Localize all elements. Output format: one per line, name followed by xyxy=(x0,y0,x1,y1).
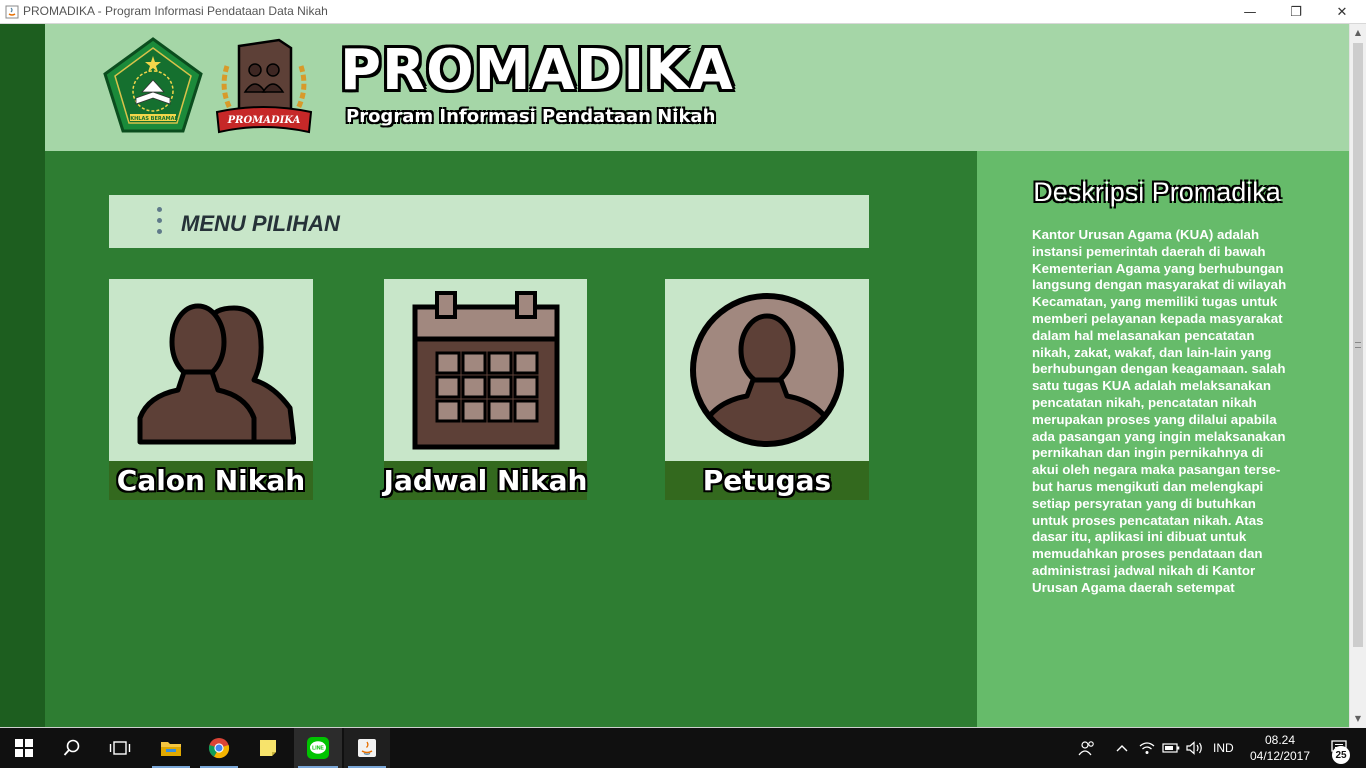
card-label: Petugas xyxy=(665,461,869,500)
network-button[interactable] xyxy=(1136,728,1158,768)
description-line: administrasi jadwal nikah di Kantor xyxy=(1032,562,1256,578)
java-icon xyxy=(358,739,376,757)
clock-date: 04/12/2017 xyxy=(1249,749,1311,763)
search-icon xyxy=(63,739,80,756)
java-app-icon xyxy=(5,5,19,19)
description-line: Urusan Agama daerah setempat xyxy=(1032,579,1235,595)
clock-time: 08.24 xyxy=(1264,733,1296,747)
promadika-logo-icon: PROMADIKA xyxy=(215,38,313,134)
description-line: merupakan proses yang dilalui apabila xyxy=(1032,411,1277,427)
description-line: pencatatan nikah, pencatatan nikah xyxy=(1032,394,1257,410)
description-line: langsung dengan masyarakat di wilayah xyxy=(1032,277,1287,293)
volume-button[interactable] xyxy=(1184,728,1206,768)
description-line: but harus mengikuti dan melengkapi xyxy=(1032,478,1264,494)
task-view-button[interactable] xyxy=(96,728,144,768)
svg-text:PROMADIKA: PROMADIKA xyxy=(227,115,301,126)
kemenag-logo-icon: IKHLAS BERAMAL xyxy=(103,37,203,133)
description-line: Kantor Urusan Agama (KUA) adalah xyxy=(1032,227,1260,242)
description-line: untuk proses pencatatan nikah. Atas xyxy=(1032,512,1264,528)
svg-text:IKHLAS BERAMAL: IKHLAS BERAMAL xyxy=(128,116,178,122)
description-title: Deskripsi Promadika xyxy=(1033,177,1281,207)
description-line: akui oleh negara maka pasangan terse- xyxy=(1032,462,1281,478)
card-label: Jadwal Nikah xyxy=(384,461,587,500)
description-line: Kecamatan, yang memiliki tugas untuk xyxy=(1032,294,1278,310)
chrome-icon xyxy=(208,738,230,759)
description-line: dalam hal melasanakan pencatatan xyxy=(1032,327,1255,343)
sticky-notes-icon xyxy=(260,740,276,756)
battery-button[interactable] xyxy=(1160,728,1182,768)
description-line: satu tugas KUA adalah melaksanakan xyxy=(1032,378,1271,394)
notification-count-badge: 25 xyxy=(1332,746,1350,764)
description-text: Kantor Urusan Agama (KUA) adalah instans… xyxy=(1032,227,1304,597)
speaker-icon xyxy=(1186,741,1202,755)
windows-start-icon xyxy=(15,739,33,757)
taskbar-java[interactable] xyxy=(344,728,390,768)
chevron-up-icon xyxy=(1116,745,1128,752)
description-line: Kementerian Agama yang berhubungan xyxy=(1032,260,1284,276)
description-line: berhubungan dengan keagamaan. salah xyxy=(1032,361,1286,377)
description-line: ada pasangan yang ingin melaksanakan xyxy=(1032,428,1286,444)
vertical-scrollbar[interactable]: ▲ ▼ xyxy=(1349,24,1366,728)
search-button[interactable] xyxy=(48,728,96,768)
windows-taskbar: LINE IND 08.24 04/12/2017 25 xyxy=(0,728,1366,768)
file-explorer-icon xyxy=(161,742,181,756)
taskbar-sticky-notes[interactable] xyxy=(245,728,291,768)
scrollbar-grip-icon xyxy=(1355,342,1361,348)
left-strip xyxy=(0,24,45,727)
description-line: instansi pemerintah daerah di bawah xyxy=(1032,243,1266,259)
description-line: pernikahan dan ingin pernikahnya di xyxy=(1032,445,1264,461)
people-button[interactable] xyxy=(1074,728,1100,768)
start-button[interactable] xyxy=(0,728,48,768)
menu-card-calon-nikah[interactable]: Calon Nikah xyxy=(109,279,313,500)
show-hidden-icons-button[interactable] xyxy=(1110,728,1134,768)
main-panel: MENU PILIHAN Calon Nikah Jadwal Nikah Pe… xyxy=(45,151,977,727)
couple-icon xyxy=(137,303,296,445)
taskbar-line[interactable]: LINE xyxy=(294,728,342,768)
description-line: nikah, zakat, wakaf, dan lain-lain yang xyxy=(1032,344,1272,360)
svg-text:LINE: LINE xyxy=(312,746,324,752)
maximize-button[interactable]: ❐ xyxy=(1273,0,1319,24)
card-image xyxy=(665,279,869,461)
description-line: memudahkan proses pendataan dan xyxy=(1032,546,1263,562)
brand-title: PROMADIKA xyxy=(340,38,734,103)
description-panel: Deskripsi Promadika Kantor Urusan Agama … xyxy=(977,151,1349,727)
description-line: dasar itu, aplikasi ini dibuat untuk xyxy=(1032,529,1247,545)
task-view-icon xyxy=(109,741,131,755)
menu-header: MENU PILIHAN xyxy=(109,195,869,248)
card-image xyxy=(109,279,313,461)
menu-card-petugas[interactable]: Petugas xyxy=(665,279,869,500)
wifi-icon xyxy=(1139,742,1155,754)
brand-subtitle: Program Informasi Pendataan Nikah xyxy=(346,106,716,127)
window-title: PROMADIKA - Program Informasi Pendataan … xyxy=(23,4,328,18)
minimize-button[interactable]: — xyxy=(1227,0,1273,24)
menu-card-jadwal-nikah[interactable]: Jadwal Nikah xyxy=(384,279,587,500)
card-label: Calon Nikah xyxy=(109,461,313,500)
description-line: setiap persyratan yang di butuhkan xyxy=(1032,495,1256,511)
app-window: IKHLAS BERAMAL PROMADIKA PROMADIKA Progr… xyxy=(0,24,1366,728)
officer-icon xyxy=(690,293,844,447)
action-center-button[interactable]: 25 xyxy=(1318,728,1362,768)
app-header: IKHLAS BERAMAL PROMADIKA PROMADIKA Progr… xyxy=(45,24,1349,151)
menu-header-label: MENU PILIHAN xyxy=(181,211,340,236)
line-icon: LINE xyxy=(307,737,329,759)
calendar-icon xyxy=(412,291,559,450)
taskbar-file-explorer[interactable] xyxy=(148,728,194,768)
vertical-dots-icon xyxy=(157,207,163,237)
battery-icon xyxy=(1162,743,1180,753)
people-icon xyxy=(1078,741,1094,756)
input-language-indicator[interactable]: IND xyxy=(1213,741,1234,755)
scroll-down-arrow-icon[interactable]: ▼ xyxy=(1350,710,1366,727)
taskbar-chrome[interactable] xyxy=(196,728,242,768)
card-image xyxy=(384,279,587,461)
taskbar-clock[interactable]: 08.24 04/12/2017 xyxy=(1246,732,1314,764)
close-button[interactable]: ✕ xyxy=(1319,0,1365,24)
description-line: memberi pelayanan kepada masyarakat xyxy=(1032,310,1283,326)
window-titlebar: PROMADIKA - Program Informasi Pendataan … xyxy=(0,0,1366,24)
scroll-up-arrow-icon[interactable]: ▲ xyxy=(1350,24,1366,41)
